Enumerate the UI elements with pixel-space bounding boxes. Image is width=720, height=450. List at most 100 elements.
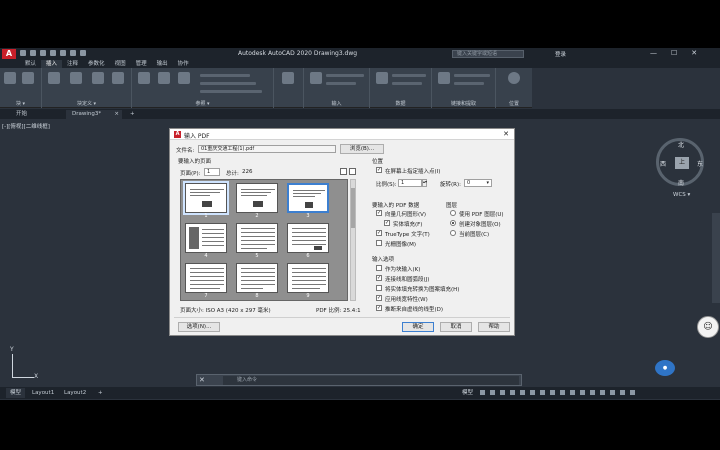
save-icon[interactable]	[40, 50, 46, 56]
page-thumbnail[interactable]	[236, 183, 278, 213]
convert-solid-fill-checkbox[interactable]	[376, 285, 382, 291]
attach-icon[interactable]	[138, 72, 150, 84]
dialog-close-icon[interactable]: ✕	[503, 130, 509, 138]
print-icon[interactable]	[60, 50, 66, 56]
tab-model[interactable]: 模型	[6, 388, 26, 398]
page-thumbnail-selected[interactable]	[287, 183, 329, 213]
tab-collaborate[interactable]: 协作	[173, 60, 194, 68]
compass-west[interactable]: 西	[660, 159, 666, 168]
vector-geometry-checkbox[interactable]: ✓	[376, 210, 382, 216]
ribbon-panel-caption[interactable]: 块 ▾	[0, 100, 41, 107]
thumbnails-scrollbar[interactable]	[350, 179, 356, 301]
create-object-layers-radio[interactable]	[450, 220, 456, 226]
ribbon-panel-caption[interactable]: 链接和提取	[432, 100, 495, 107]
page-thumbnail[interactable]	[287, 223, 329, 253]
saveas-icon[interactable]	[50, 50, 56, 56]
login-button[interactable]: 登录	[555, 50, 566, 58]
file-name-field[interactable]: 01重庆交通工程(1).pdf	[198, 145, 336, 153]
undo-icon[interactable]	[70, 50, 76, 56]
tab-insert[interactable]: 插入	[41, 60, 63, 68]
redo-icon[interactable]	[80, 50, 86, 56]
open-icon[interactable]	[30, 50, 36, 56]
add-layout-button[interactable]: +	[94, 388, 107, 398]
link-data-control[interactable]	[454, 74, 490, 77]
hardware-accel-icon[interactable]	[610, 390, 615, 395]
solid-fill-checkbox[interactable]: ✓	[384, 220, 390, 226]
globe-icon[interactable]	[508, 72, 520, 84]
manage-attributes-icon[interactable]	[92, 72, 104, 84]
snap-to-underlays-control[interactable]	[200, 90, 262, 93]
raster-images-checkbox[interactable]	[376, 240, 382, 246]
ok-button[interactable]: 确定	[402, 322, 434, 332]
annotation-scale-icon[interactable]	[570, 390, 575, 395]
edit-attribute-icon[interactable]	[22, 72, 34, 84]
page-thumbnail[interactable]	[185, 223, 227, 253]
block-editor-icon[interactable]	[112, 72, 124, 84]
browse-button[interactable]: 浏览(B)...	[340, 144, 384, 154]
infer-linetypes-checkbox[interactable]: ✓	[376, 305, 382, 311]
transparency-icon[interactable]	[550, 390, 555, 395]
import-option-control[interactable]	[326, 82, 356, 85]
extract-data-icon[interactable]	[438, 72, 450, 84]
help-button[interactable]: 帮助	[478, 322, 510, 332]
compass-east[interactable]: 东	[697, 159, 703, 168]
insert-block-icon[interactable]	[4, 72, 16, 84]
specify-on-screen-checkbox[interactable]: ✓	[376, 167, 382, 173]
import-icon[interactable]	[310, 72, 322, 84]
ribbon-panel-caption[interactable]: 参照 ▾	[132, 100, 273, 107]
command-input[interactable]: 键入命令	[223, 376, 519, 385]
ribbon-panel-caption[interactable]: 输入	[304, 100, 369, 107]
autocad-logo[interactable]: A	[2, 49, 16, 59]
scale-spinner[interactable]: ▴▾	[422, 179, 427, 187]
close-button[interactable]: ✕	[691, 49, 697, 57]
osnap-icon[interactable]	[520, 390, 525, 395]
page-thumbnail[interactable]	[287, 263, 329, 293]
ribbon-panel-caption[interactable]: 数据	[370, 100, 431, 107]
new-icon[interactable]	[20, 50, 26, 56]
adjust-icon[interactable]	[178, 72, 190, 84]
compass-south[interactable]: 南	[678, 178, 684, 187]
customize-icon[interactable]	[630, 390, 635, 395]
tab-output[interactable]: 输出	[152, 60, 173, 68]
navigation-bar[interactable]	[712, 213, 720, 303]
tab-default[interactable]: 默认	[20, 60, 41, 68]
underlay-layers-control[interactable]	[200, 74, 250, 77]
isolate-icon[interactable]	[600, 390, 605, 395]
scrollbar-thumb[interactable]	[351, 188, 355, 228]
lineweight-icon[interactable]	[540, 390, 545, 395]
close-tab-icon[interactable]: ×	[114, 110, 119, 119]
search-input[interactable]: 键入关键字或短语	[452, 50, 524, 58]
close-command-icon[interactable]: ✕	[199, 376, 205, 384]
workspace-icon[interactable]	[580, 390, 585, 395]
tab-view[interactable]: 视图	[110, 60, 131, 68]
join-lines-checkbox[interactable]: ✓	[376, 275, 382, 281]
tab-manage[interactable]: 管理	[131, 60, 152, 68]
point-cloud-icon[interactable]	[282, 72, 294, 84]
page-thumbnail[interactable]	[236, 263, 278, 293]
tab-annotate[interactable]: 注释	[62, 60, 83, 68]
tab-layout2[interactable]: Layout2	[60, 388, 90, 398]
wcs-menu[interactable]: WCS ▾	[673, 192, 690, 198]
tab-parametric[interactable]: 参数化	[83, 60, 110, 68]
page-thumbnail[interactable]	[185, 263, 227, 293]
rotation-select[interactable]: 0	[464, 179, 492, 187]
apply-lineweight-checkbox[interactable]: ✓	[376, 295, 382, 301]
model-space-label[interactable]: 模型	[462, 388, 473, 398]
tab-start[interactable]: 开始	[10, 110, 33, 119]
grid-icon[interactable]	[480, 390, 485, 395]
units-icon[interactable]	[590, 390, 595, 395]
new-tab-button[interactable]: +	[124, 110, 141, 119]
page-thumbnails[interactable]: 1 2 3 4 5 6 7 8 9	[180, 179, 348, 301]
viewport-controls[interactable]: [-][俯视][二维线框]	[2, 122, 50, 130]
viewcube-top-face[interactable]: 上	[675, 157, 689, 169]
current-layer-radio[interactable]	[450, 230, 456, 236]
truetype-text-checkbox[interactable]: ✓	[376, 230, 382, 236]
cancel-button[interactable]: 取消	[440, 322, 472, 332]
viewcube[interactable]: 北 南 西 东 上	[656, 138, 704, 187]
hyperlink-control[interactable]	[392, 74, 426, 77]
create-block-icon[interactable]	[48, 72, 60, 84]
define-attributes-icon[interactable]	[70, 72, 82, 84]
single-view-icon[interactable]	[340, 168, 347, 175]
page-thumbnail[interactable]	[183, 181, 229, 215]
clean-screen-icon[interactable]	[620, 390, 625, 395]
